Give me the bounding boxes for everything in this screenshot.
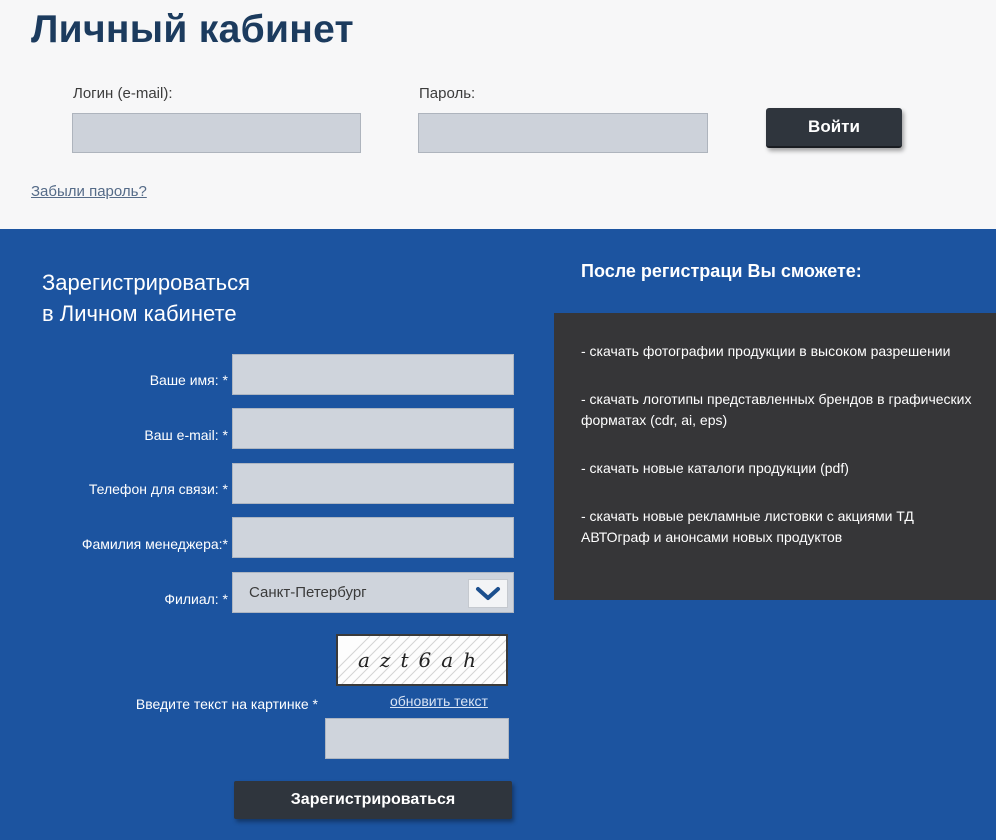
- branch-label: Филиал: *: [164, 591, 228, 607]
- login-label: Логин (e-mail):: [73, 85, 173, 102]
- registration-title: Зарегистрироваться в Личном кабинете: [42, 267, 250, 329]
- phone-label: Телефон для связи: *: [88, 481, 228, 497]
- email-input[interactable]: [232, 408, 514, 449]
- dropdown-toggle[interactable]: [468, 579, 508, 608]
- captcha-input[interactable]: [325, 718, 509, 759]
- benefit-item: - скачать фотографии продукции в высоком…: [581, 343, 951, 359]
- branch-select[interactable]: Санкт-Петербург: [232, 572, 514, 613]
- benefit-item: - скачать новые каталоги продукции (pdf): [581, 460, 849, 476]
- password-label: Пароль:: [419, 85, 476, 102]
- phone-input[interactable]: [232, 463, 514, 504]
- login-input[interactable]: [72, 113, 361, 153]
- registration-title-line1: Зарегистрироваться: [42, 270, 251, 295]
- manager-input[interactable]: [232, 517, 514, 558]
- forgot-password-link[interactable]: Забыли пароль?: [31, 183, 147, 200]
- chevron-down-icon: [476, 586, 500, 600]
- captcha-label: Введите текст на картинке *: [135, 696, 318, 712]
- manager-label: Фамилия менеджера:*: [81, 536, 228, 552]
- name-input[interactable]: [232, 354, 514, 395]
- name-label: Ваше имя: *: [149, 372, 228, 388]
- refresh-captcha-link[interactable]: обновить текст: [390, 693, 488, 709]
- register-button[interactable]: Зарегистрироваться: [234, 781, 512, 819]
- page-title: Личный кабинет: [31, 8, 354, 51]
- captcha-image: azt6ah: [336, 634, 508, 686]
- email-label: Ваш e-mail: *: [144, 427, 228, 443]
- captcha-text: azt6ah: [357, 648, 487, 672]
- benefits-title: После регистраци Вы сможете:: [581, 261, 862, 281]
- benefit-item: - скачать логотипы представленных брендо…: [581, 391, 972, 428]
- registration-section: Зарегистрироваться в Личном кабинете Ваш…: [0, 229, 996, 840]
- password-input[interactable]: [418, 113, 708, 153]
- benefits-panel: - скачать фотографии продукции в высоком…: [554, 313, 996, 600]
- login-button[interactable]: Войти: [766, 108, 902, 148]
- registration-title-line2: в Личном кабинете: [42, 301, 237, 326]
- benefit-item: - скачать новые рекламные листовки с акц…: [581, 508, 914, 545]
- login-section: Личный кабинет Логин (e-mail): Пароль: В…: [0, 0, 996, 229]
